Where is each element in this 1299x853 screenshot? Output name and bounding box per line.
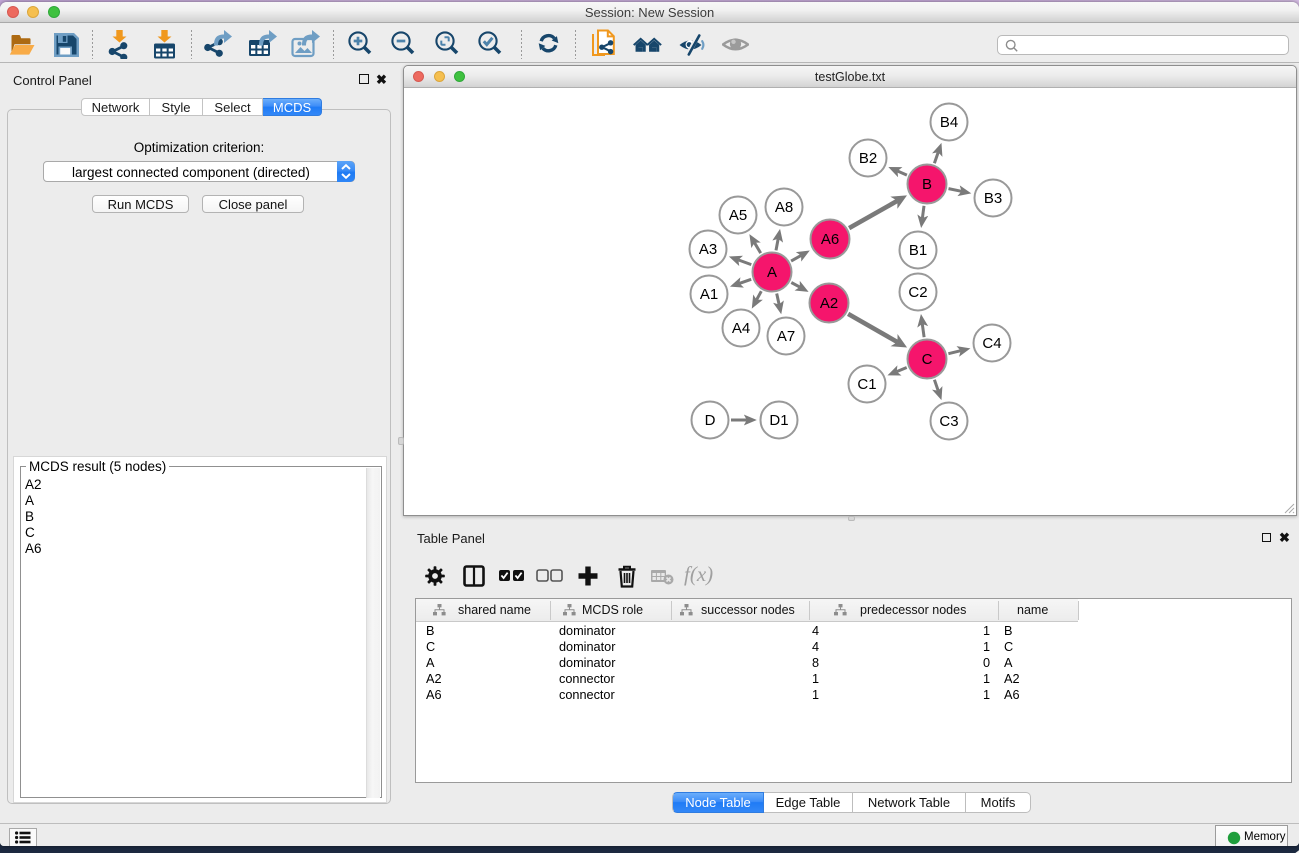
svg-text:A7: A7 (777, 328, 795, 345)
svg-text:A: A (767, 264, 777, 281)
svg-text:B4: B4 (940, 114, 958, 131)
svg-text:C4: C4 (982, 335, 1001, 352)
svg-text:B3: B3 (984, 190, 1002, 207)
svg-text:B1: B1 (909, 242, 927, 259)
svg-text:C: C (922, 351, 933, 368)
svg-text:C2: C2 (908, 284, 927, 301)
svg-text:A3: A3 (699, 241, 717, 258)
svg-text:D1: D1 (769, 412, 788, 429)
svg-text:A2: A2 (820, 295, 838, 312)
svg-text:A8: A8 (775, 199, 793, 216)
svg-text:A1: A1 (700, 286, 718, 303)
svg-text:D: D (705, 412, 716, 429)
svg-text:A6: A6 (821, 231, 839, 248)
svg-text:C3: C3 (939, 413, 958, 430)
svg-text:B2: B2 (859, 150, 877, 167)
svg-text:A4: A4 (732, 320, 750, 337)
svg-text:A5: A5 (729, 207, 747, 224)
svg-text:B: B (922, 176, 932, 193)
svg-text:C1: C1 (857, 376, 876, 393)
